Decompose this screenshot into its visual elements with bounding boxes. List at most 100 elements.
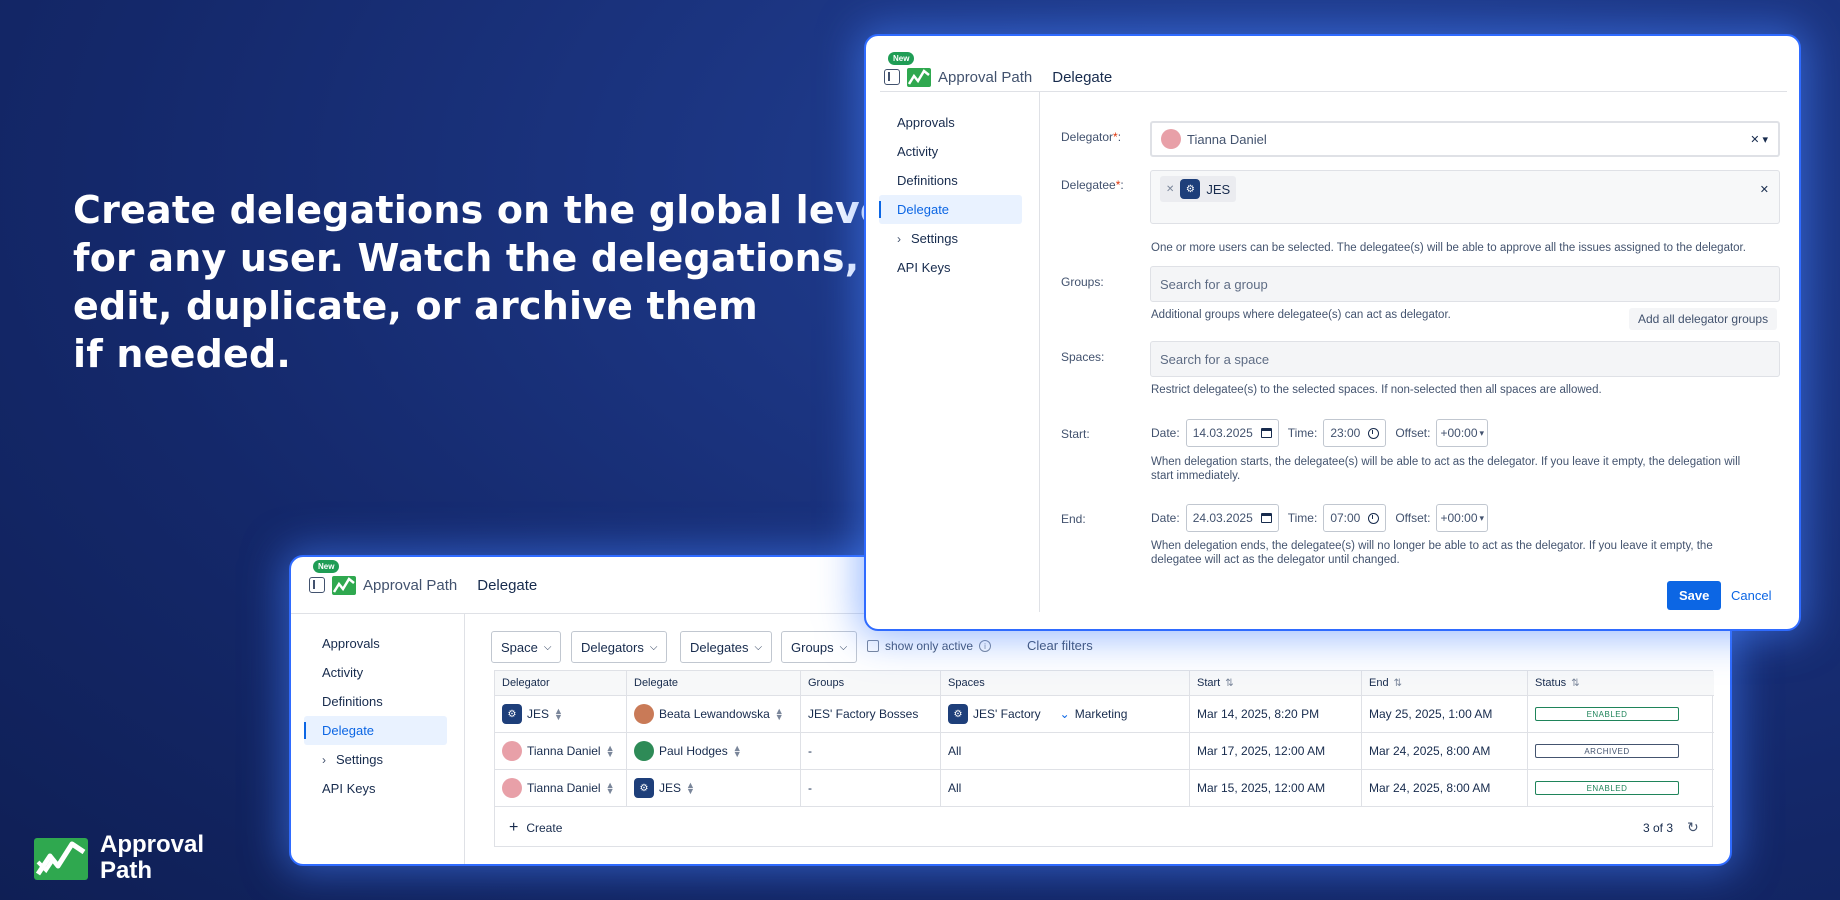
delegators-filter-button[interactable]: Delegators ⌵ [571,631,668,663]
spaces-search-input[interactable]: Search for a space [1150,341,1780,377]
chevron-down-icon: ⌵ [543,641,552,653]
column-header-start[interactable]: Start ⇅ [1190,671,1362,695]
sidebar-item-delegate[interactable]: Delegate [304,716,447,745]
groups-value: - [808,781,812,795]
chevron-right-icon: › [322,752,326,767]
sort-icon[interactable]: ⇅ [1571,678,1579,689]
table-row[interactable]: Tianna Daniel ▲ ▼ ⚙ JES ▲ ▼ - All Mar 15, 202… [495,770,1714,807]
header-label: Start [1197,677,1221,689]
brand-logo: Approval Path [32,832,204,884]
table-header-row: Delegator Delegate Groups Spaces Start ⇅ … [495,671,1714,696]
drag-handle-icon[interactable]: ▲ ▼ [606,744,615,759]
sidebar-item-settings[interactable]: › Settings [304,745,447,774]
refresh-icon[interactable]: ↻ [1687,819,1699,836]
robot-avatar-icon: ⚙ [634,778,654,798]
drag-handle-icon[interactable]: ▲ ▼ [775,707,784,722]
drag-handle-icon[interactable]: ▲ ▼ [686,781,695,796]
end-date-input[interactable]: 24.03.2025 [1185,504,1279,532]
sidebar-item-definitions[interactable]: Definitions [304,687,447,716]
sort-icon[interactable]: ⇅ [1225,678,1233,689]
start-date-input[interactable]: 14.03.2025 [1185,419,1279,447]
drag-handle-icon[interactable]: ▲ ▼ [554,707,563,722]
brand-name: Approval [100,831,205,858]
column-header-end[interactable]: End ⇅ [1362,671,1528,695]
clock-icon[interactable] [1368,427,1380,439]
start-value: Mar 17, 2025, 12:00 AM [1197,744,1326,758]
delegations-table: Delegator Delegate Groups Spaces Start ⇅ … [494,670,1714,847]
sidebar-toggle-icon[interactable] [884,69,900,85]
groups-filter-button[interactable]: Groups ⌵ [781,631,858,663]
clock-icon[interactable] [1368,512,1380,524]
end-label: End: [1061,512,1086,526]
add-all-delegator-groups-button[interactable]: Add all delegator groups [1629,308,1778,330]
row-count: 3 of 3 [1643,820,1674,835]
start-time-input[interactable]: 23:00 [1323,419,1387,447]
show-only-active-checkbox[interactable] [867,640,879,652]
table-count: 3 of 3 ↻ [1643,819,1699,836]
table-row[interactable]: ⚙ JES ▲ ▼ Beata Lewandowska ▲ ▼ JES' Factory … [495,696,1714,733]
date-label: Date: [1151,426,1180,440]
sidebar-item-definitions[interactable]: Definitions [879,166,1022,195]
end-offset-select[interactable]: +00:00 ▾ [1436,504,1489,532]
clear-filters-button[interactable]: Clear filters [1027,638,1093,653]
start-offset-select[interactable]: +00:00 ▾ [1436,419,1489,447]
column-header-status[interactable]: Status ⇅ [1528,671,1714,695]
status-badge: ENABLED [1535,707,1679,721]
app-name[interactable]: Approval Path [363,577,457,594]
sidebar-item-activity[interactable]: Activity [879,137,1022,166]
space-filter-button[interactable]: Space ⌵ [491,631,562,663]
sort-icon[interactable]: ⇅ [1394,678,1402,689]
offset-value: +00:00 [1440,511,1478,525]
cancel-button[interactable]: Cancel [1731,588,1771,603]
calendar-icon[interactable] [1260,428,1272,438]
delegator-name: Tianna Daniel [527,744,601,758]
header-label: Delegator [502,677,550,689]
new-badge: New [313,560,340,573]
sidebar-item-api-keys[interactable]: API Keys [879,253,1022,282]
user-avatar [502,778,522,798]
sidebar-toggle-icon[interactable] [309,577,325,593]
date-label: Date: [1151,511,1180,525]
app-name[interactable]: Approval Path [938,69,1032,86]
clear-and-dropdown-icon[interactable]: ✕ ▾ [1750,133,1768,146]
drag-handle-icon[interactable]: ▲ ▼ [733,744,742,759]
sidebar-item-activity[interactable]: Activity [304,658,447,687]
spaces-label: Spaces: [1061,350,1105,364]
robot-avatar-icon: ⚙ [1180,179,1201,199]
end-time-input[interactable]: 07:00 [1323,504,1387,532]
drag-handle-icon[interactable]: ▲ ▼ [606,781,615,796]
time-value: 23:00 [1330,426,1361,440]
sidebar-item-api-keys[interactable]: API Keys [304,774,447,803]
sidebar-item-label: Activity [897,144,939,159]
create-button[interactable]: + Create [509,819,562,837]
clear-icon[interactable]: ✕ [1760,183,1769,196]
sidebar-item-approvals[interactable]: Approvals [304,629,447,658]
sidebar-nav: Approvals Activity Definitions Delegate … [879,108,1022,282]
sidebar-item-label: API Keys [322,781,376,796]
delegator-cell: Tianna Daniel ▲ ▼ [495,733,627,769]
groups-search-input[interactable]: Search for a group [1150,266,1780,302]
sidebar-item-delegate[interactable]: Delegate [879,195,1022,224]
status-badge: ARCHIVED [1535,744,1679,758]
approval-path-logo-icon [907,68,931,87]
sidebar-item-approvals[interactable]: Approvals [879,108,1022,137]
header-label: Spaces [948,677,985,689]
end-cell: Mar 24, 2025, 8:00 AM [1362,733,1528,769]
sidebar-item-settings[interactable]: › Settings [879,224,1022,253]
info-icon[interactable]: i [979,640,992,652]
delegates-filter-button[interactable]: Delegates ⌵ [680,631,773,663]
sidebar-nav: Approvals Activity Definitions Delegate … [304,629,447,803]
calendar-icon[interactable] [1260,513,1272,523]
remove-chip-icon[interactable]: ✕ [1166,184,1174,195]
help-line: delegatee will act as the delegator unti… [1151,554,1400,566]
space-name: JES' Factory [973,707,1041,721]
delegate-cell: Paul Hodges ▲ ▼ [627,733,801,769]
delegator-select[interactable]: Tianna Daniel ✕ ▾ [1150,121,1780,157]
end-cell: Mar 24, 2025, 8:00 AM [1362,770,1528,806]
headline-line: edit, duplicate, or archive them [73,284,758,328]
save-button[interactable]: Save [1667,581,1722,610]
table-row[interactable]: Tianna Daniel ▲ ▼ Paul Hodges ▲ ▼ - All Mar … [495,733,1714,770]
date-value: 14.03.2025 [1192,426,1253,440]
app-header: New Approval Path Delegate [884,49,1112,105]
delegatee-select[interactable]: ✕ ⚙ JES ✕ [1150,170,1780,224]
